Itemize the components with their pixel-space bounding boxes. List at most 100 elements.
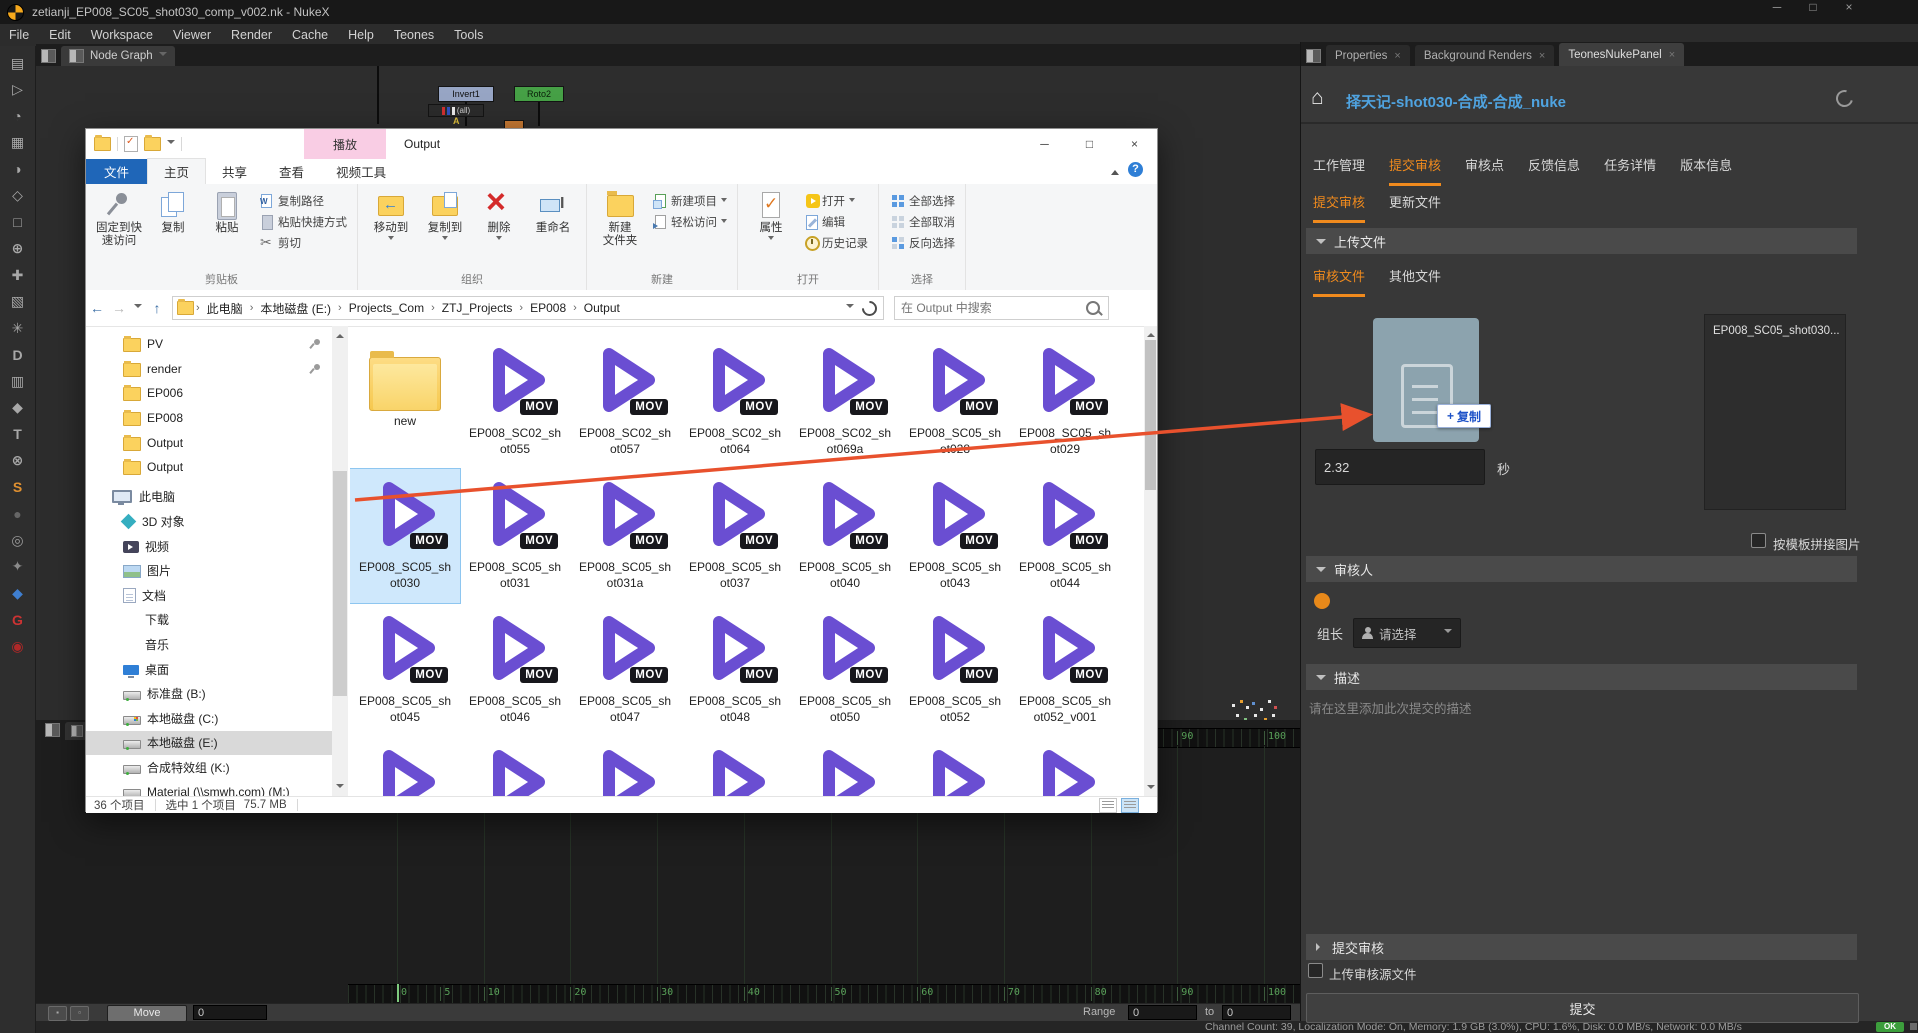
new-folder-icon[interactable]	[144, 135, 161, 151]
breadcrumb-item[interactable]: 此电脑	[202, 300, 248, 317]
sidebar-item[interactable]: 视频	[86, 534, 332, 559]
minimize-icon[interactable]: ─	[1766, 0, 1788, 14]
scroll-down-icon[interactable]	[336, 784, 344, 792]
details-view-button[interactable]	[1099, 798, 1117, 813]
file-item[interactable]: MOV	[900, 737, 1010, 796]
breadcrumb-item[interactable]: Output	[579, 301, 625, 315]
toolbar-blue-tool-icon[interactable]: ◆	[4, 580, 32, 607]
forward-button[interactable]: →	[108, 300, 130, 316]
pane-split-icon[interactable]	[45, 723, 60, 737]
tab-properties[interactable]: Properties ×	[1326, 45, 1410, 66]
toolbar-red-tool-icon[interactable]: ◉	[4, 633, 32, 660]
tab-反馈信息[interactable]: 反馈信息	[1528, 155, 1580, 186]
file-item[interactable]: MOV	[680, 737, 790, 796]
template-stitch-checkbox[interactable]	[1751, 533, 1766, 548]
menu-cache[interactable]: Cache	[282, 24, 338, 46]
ribbon-selnone-button[interactable]: 全部取消	[891, 213, 955, 230]
node-invert[interactable]: Invert1	[438, 86, 494, 102]
ribbon-copyto-button[interactable]: 复制到	[418, 188, 472, 269]
move-button[interactable]: Move	[107, 1005, 187, 1022]
ribbon-props-button[interactable]: 属性	[744, 188, 798, 269]
refresh-icon[interactable]	[1832, 86, 1857, 111]
toolbar-draw-icon[interactable]: ▷	[4, 77, 32, 104]
toolbar-spark-icon[interactable]: ✦	[4, 554, 32, 581]
toolbar-metadata-icon[interactable]: ◆	[4, 395, 32, 422]
address-dropdown-icon[interactable]	[846, 304, 854, 312]
toolbar-other-icon[interactable]: ⊗	[4, 448, 32, 475]
sidebar-item[interactable]: 合成特效组 (K:)	[86, 755, 332, 780]
menu-teones[interactable]: Teones	[384, 24, 444, 46]
file-item[interactable]: MOV EP008_SC05_sh ot046	[460, 603, 570, 737]
up-button[interactable]: ↑	[146, 300, 168, 316]
tab-审核点[interactable]: 审核点	[1465, 155, 1504, 186]
file-item[interactable]: MOV EP008_SC02_sh ot055	[460, 335, 570, 469]
toolbar-color-icon[interactable]: ◑	[4, 156, 32, 183]
toolbar-g-tool-icon[interactable]: G	[4, 607, 32, 634]
range-from-input[interactable]	[1128, 1005, 1197, 1020]
tab-工作管理[interactable]: 工作管理	[1313, 155, 1365, 186]
ribbon-tab-共享[interactable]: 共享	[206, 159, 263, 184]
file-item[interactable]: MOV EP008_SC02_sh ot069a	[790, 335, 900, 469]
toolbar-views-icon[interactable]: ▥	[4, 368, 32, 395]
toolbar-keyer-icon[interactable]: □	[4, 209, 32, 236]
maximize-icon[interactable]: □	[1802, 0, 1824, 14]
sidebar-item[interactable]: 下载	[86, 608, 332, 633]
sidebar-scrollbar[interactable]	[332, 326, 348, 796]
sidebar-item[interactable]: 此电脑	[86, 485, 332, 510]
folder-icon[interactable]	[94, 135, 111, 151]
toolbar-filter-icon[interactable]: ◇	[4, 183, 32, 210]
ribbon-easy-button[interactable]: 轻松访问	[653, 213, 727, 230]
thumbnail-view-button[interactable]	[1121, 798, 1139, 813]
breadcrumb-item[interactable]: ZTJ_Projects	[437, 301, 518, 315]
sidebar-item[interactable]: Output	[86, 430, 332, 455]
file-item[interactable]: MOV EP008_SC05_sh ot031a	[570, 469, 680, 603]
sidebar-item[interactable]: EP008	[86, 406, 332, 431]
menu-render[interactable]: Render	[221, 24, 282, 46]
properties-check-icon[interactable]	[124, 136, 138, 152]
frame-input[interactable]	[193, 1005, 267, 1020]
sidebar-item[interactable]: 桌面	[86, 657, 332, 682]
help-icon[interactable]: ?	[1128, 162, 1143, 177]
file-item[interactable]: MOV EP008_SC02_sh ot057	[570, 335, 680, 469]
description-section-header[interactable]: 描述	[1306, 664, 1857, 690]
tab-其他文件[interactable]: 其他文件	[1389, 266, 1441, 297]
pane-split-icon[interactable]	[41, 49, 56, 63]
ribbon-tab-文件[interactable]: 文件	[86, 159, 148, 184]
ribbon-selinv-button[interactable]: 反向选择	[891, 234, 955, 251]
breadcrumb-item[interactable]: EP008	[525, 301, 571, 315]
range-to-input[interactable]	[1222, 1005, 1291, 1020]
sidebar-item[interactable]: 3D 对象	[86, 509, 332, 534]
file-item[interactable]: new	[350, 335, 460, 469]
menu-help[interactable]: Help	[338, 24, 384, 46]
upload-source-checkbox[interactable]	[1308, 963, 1323, 978]
close-icon[interactable]: ×	[1539, 50, 1545, 62]
timeline-ruler-bottom[interactable]: 0 5 10 20 30 40 50 60 70 80 90 100	[348, 984, 1300, 1003]
pane-split-icon[interactable]	[1306, 49, 1321, 63]
file-item[interactable]: MOV	[1010, 737, 1120, 796]
history-dropdown-icon[interactable]	[134, 304, 142, 312]
sidebar-item[interactable]: Output	[86, 455, 332, 480]
toolbar-time-icon[interactable]: ◔	[4, 103, 32, 130]
sidebar-item[interactable]: EP006	[86, 381, 332, 406]
tab-background-renders[interactable]: Background Renders ×	[1414, 45, 1555, 66]
file-item[interactable]: MOV EP008_SC05_sh ot048	[680, 603, 790, 737]
node-roto[interactable]: Roto2	[514, 86, 564, 102]
frame-lock-button[interactable]: ▪	[48, 1006, 67, 1021]
ribbon-rename-button[interactable]: 重命名	[526, 188, 580, 269]
toolbar-merge-icon[interactable]: ⊕	[4, 236, 32, 263]
sidebar-item[interactable]: PV	[86, 332, 332, 357]
home-icon[interactable]: ⌂	[1311, 86, 1324, 110]
ribbon-tab-主页[interactable]: 主页	[147, 158, 207, 184]
tab-提交审核[interactable]: 提交审核	[1389, 155, 1442, 186]
toolbar-particles-icon[interactable]: ✳	[4, 315, 32, 342]
tab-提交审核[interactable]: 提交审核	[1313, 192, 1366, 223]
tab-版本信息[interactable]: 版本信息	[1680, 155, 1732, 186]
playhead[interactable]	[397, 984, 399, 1002]
search-input[interactable]	[895, 301, 1086, 315]
file-item[interactable]: MOV EP008_SC05_sh ot043	[900, 469, 1010, 603]
submit-button[interactable]: 提交	[1306, 993, 1859, 1023]
scroll-up-icon[interactable]	[336, 330, 344, 338]
file-item[interactable]: MOV EP008_SC05_sh ot040	[790, 469, 900, 603]
reviewer-section-header[interactable]: 审核人	[1306, 556, 1857, 582]
file-item[interactable]: MOV EP008_SC05_sh ot030	[350, 468, 461, 604]
